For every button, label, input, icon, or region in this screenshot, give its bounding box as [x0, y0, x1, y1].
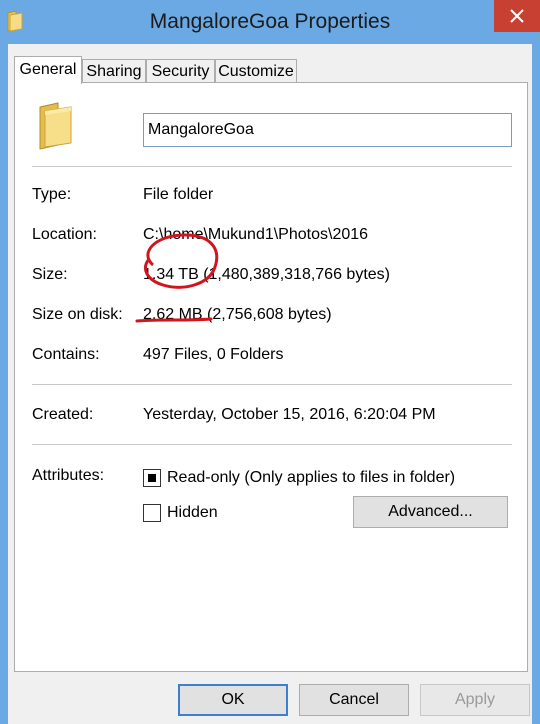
size-label: Size: — [32, 266, 68, 283]
location-value: C:\home\Mukund1\Photos\2016 — [143, 226, 369, 243]
close-button[interactable] — [494, 0, 540, 32]
apply-button[interactable]: Apply — [420, 684, 530, 716]
size-value: 1.34 TB (1,480,389,318,766 bytes) — [143, 266, 390, 283]
dialog-client-area: General Sharing Security Customize Type:… — [8, 44, 532, 724]
attributes-label: Attributes: — [32, 467, 105, 484]
separator — [32, 166, 512, 167]
general-panel: Type: File folder Location: C:\home\Muku… — [14, 82, 528, 672]
window-title: MangaloreGoa Properties — [149, 10, 391, 33]
properties-window: MangaloreGoa Properties General Sharing … — [0, 0, 540, 724]
hidden-checkbox[interactable] — [143, 504, 161, 522]
hidden-label: Hidden — [167, 504, 218, 521]
cancel-button[interactable]: Cancel — [299, 684, 409, 716]
tab-general[interactable]: General — [14, 56, 82, 84]
advanced-button[interactable]: Advanced... — [353, 496, 508, 528]
close-icon — [510, 9, 524, 23]
type-label: Type: — [32, 186, 72, 203]
separator — [32, 384, 512, 385]
tab-security[interactable]: Security — [146, 59, 215, 82]
title-bar[interactable]: MangaloreGoa Properties — [0, 0, 540, 44]
readonly-checkbox[interactable] — [143, 469, 161, 487]
contains-value: 497 Files, 0 Folders — [143, 346, 284, 363]
location-label: Location: — [32, 226, 97, 243]
tab-sharing[interactable]: Sharing — [82, 59, 146, 82]
folder-icon — [36, 101, 76, 156]
created-value: Yesterday, October 15, 2016, 6:20:04 PM — [143, 406, 436, 423]
readonly-label: Read-only (Only applies to files in fold… — [167, 469, 456, 486]
type-value: File folder — [143, 186, 214, 203]
separator — [32, 444, 512, 445]
folder-name-input[interactable] — [143, 113, 512, 147]
ok-button[interactable]: OK — [178, 684, 288, 716]
tab-customize[interactable]: Customize — [215, 59, 297, 82]
size-on-disk-value: 2.62 MB (2,756,608 bytes) — [143, 306, 332, 323]
size-on-disk-label: Size on disk: — [32, 306, 123, 323]
created-label: Created: — [32, 406, 94, 423]
contains-label: Contains: — [32, 346, 100, 363]
